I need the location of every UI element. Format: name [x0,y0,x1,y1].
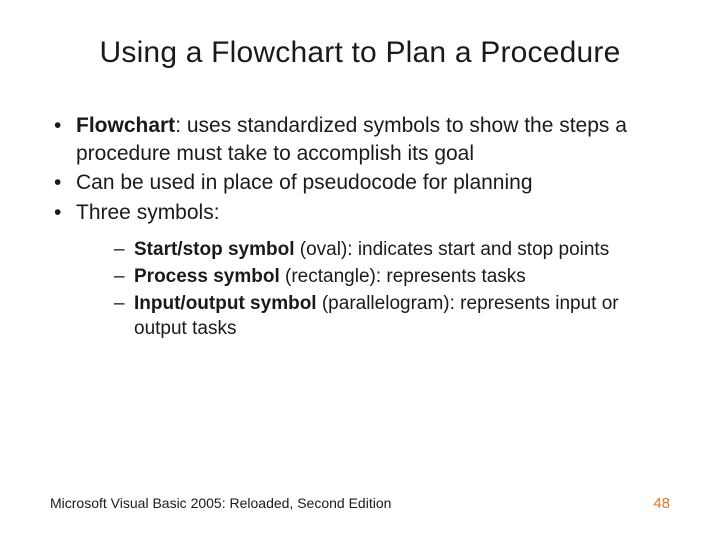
subbullet-2-rest: (rectangle): represents tasks [280,266,526,287]
subbullet-2-bold: Process symbol [134,266,280,287]
bullet-1-bold: Flowchart [76,114,175,137]
slide-title: Using a Flowchart to Plan a Procedure [50,36,670,70]
slide: Using a Flowchart to Plan a Procedure Fl… [0,0,720,540]
bullet-3-text: Three symbols: [76,201,220,224]
subbullet-1-rest: (oval): indicates start and stop points [294,239,609,260]
subbullet-1-bold: Start/stop symbol [134,239,294,260]
subbullet-2: Process symbol (rectangle): represents t… [114,264,670,289]
bullet-3: Three symbols: Start/stop symbol (oval):… [54,199,670,341]
subbullet-3: Input/output symbol (parallelogram): rep… [114,291,670,341]
bullet-1: Flowchart: uses standardized symbols to … [54,112,670,167]
subbullet-1: Start/stop symbol (oval): indicates star… [114,237,670,262]
bullet-2: Can be used in place of pseudocode for p… [54,169,670,197]
footer-text: Microsoft Visual Basic 2005: Reloaded, S… [50,495,391,511]
sub-bullet-list: Start/stop symbol (oval): indicates star… [76,237,670,341]
footer: Microsoft Visual Basic 2005: Reloaded, S… [50,495,670,512]
bullet-2-text: Can be used in place of pseudocode for p… [76,171,533,194]
page-number: 48 [653,495,670,512]
subbullet-3-bold: Input/output symbol [134,293,317,314]
main-bullet-list: Flowchart: uses standardized symbols to … [50,112,670,341]
